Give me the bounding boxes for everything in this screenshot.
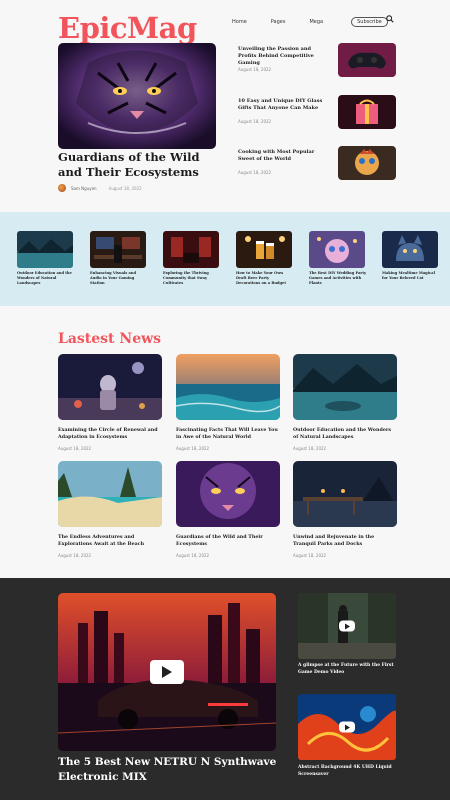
hero-image[interactable] (58, 43, 216, 149)
nav-home[interactable]: Home (232, 19, 247, 25)
news-card-title[interactable]: The Endless Adventures and Explorations … (58, 534, 162, 548)
side-article[interactable]: Cooking with Most Popular Sweet of the W… (238, 146, 396, 186)
subscribe-button[interactable]: Subscribe (351, 17, 388, 27)
strip-article[interactable]: Exploring the Thriving Community that Sw… (163, 231, 221, 286)
news-card-image[interactable] (293, 354, 397, 420)
side-article[interactable]: 10 Easy and Unique DIY Glass Gifts That … (238, 95, 396, 135)
section-heading: Lastest News (58, 331, 162, 347)
strip-article-image[interactable] (163, 231, 219, 268)
news-card[interactable]: Guardians of the Wild and Their Ecosyste… (176, 461, 280, 558)
strip-article-image[interactable] (236, 231, 292, 268)
news-card[interactable]: Examining the Circle of Renewal and Adap… (58, 354, 162, 451)
nav-mega[interactable]: Mega (309, 19, 323, 25)
news-card-title[interactable]: Unwind and Rejuvenate in the Tranquil Pa… (293, 534, 397, 548)
side-article-date: August 18, 2022 (238, 67, 272, 72)
strip-article[interactable]: How to Make Your Own Draft Beer Party De… (236, 231, 294, 286)
strip-article[interactable]: Outdoor Education and the Wonders of Nat… (17, 231, 75, 286)
strip-article[interactable]: Enhancing Visuals and Audio in Your Gami… (90, 231, 148, 286)
side-article-date: August 18, 2022 (238, 119, 272, 124)
site-header: EpicMag Home Pages Mega Subscribe (0, 0, 450, 45)
side-article-title[interactable]: Cooking with Most Popular Sweet of the W… (238, 149, 330, 163)
side-video-thumb[interactable] (298, 694, 396, 760)
strip-article-title[interactable]: Making Mealtime Magical for Your Beloved… (382, 271, 440, 281)
play-icon[interactable] (339, 620, 355, 632)
news-card-image[interactable] (293, 461, 397, 527)
play-icon[interactable] (339, 721, 355, 733)
side-video-thumb[interactable] (298, 593, 396, 659)
site-logo[interactable]: EpicMag (58, 14, 197, 43)
strip-article-image[interactable] (382, 231, 438, 268)
side-article-title[interactable]: 10 Easy and Unique DIY Glass Gifts That … (238, 98, 330, 112)
main-video-thumb[interactable] (58, 593, 276, 751)
side-video-title[interactable]: Abstract Background 4K UHD Liquid Screen… (298, 764, 398, 778)
video-section: The 5 Best New NETRU N Synthwave Electro… (0, 578, 450, 800)
strip-article-title[interactable]: Outdoor Education and the Wonders of Nat… (17, 271, 75, 286)
side-video-title[interactable]: A glimpse at the Future with the First G… (298, 662, 398, 676)
news-card-date: August 18, 2022 (176, 553, 210, 558)
news-card-image[interactable] (58, 461, 162, 527)
news-card-title[interactable]: Fascinating Facts That Will Leave You in… (176, 427, 280, 441)
news-card[interactable]: Fascinating Facts That Will Leave You in… (176, 354, 280, 451)
hero-meta: Sam Nguyen August 18, 2022 (58, 184, 142, 192)
news-card[interactable]: Outdoor Education and the Wonders of Nat… (293, 354, 397, 451)
side-article-image[interactable] (338, 95, 396, 129)
news-card-title[interactable]: Guardians of the Wild and Their Ecosyste… (176, 534, 280, 548)
strip-article-title[interactable]: Enhancing Visuals and Audio in Your Gami… (90, 271, 148, 286)
news-card-date: August 18, 2022 (58, 446, 92, 451)
news-card[interactable]: The Endless Adventures and Explorations … (58, 461, 162, 558)
search-icon[interactable] (386, 15, 394, 23)
strip-article-title[interactable]: The Best DIY Wedding Party Games and Act… (309, 271, 367, 286)
main-video-title[interactable]: The 5 Best New NETRU N Synthwave Electro… (58, 755, 278, 785)
nav-pages[interactable]: Pages (271, 19, 286, 25)
side-article[interactable]: Unveiling the Passion and Profits Behind… (238, 43, 396, 83)
author-avatar[interactable] (58, 184, 66, 192)
main-nav: Home Pages Mega Subscribe (232, 17, 388, 27)
hero-title[interactable]: Guardians of the Wild and Their Ecosyste… (58, 150, 218, 180)
hero-date: August 18, 2022 (108, 185, 142, 191)
side-article-title[interactable]: Unveiling the Passion and Profits Behind… (238, 46, 330, 67)
strip-article-title[interactable]: How to Make Your Own Draft Beer Party De… (236, 271, 294, 286)
strip-article[interactable]: Making Mealtime Magical for Your Beloved… (382, 231, 440, 281)
strip-article-image[interactable] (309, 231, 365, 268)
author-name[interactable]: Sam Nguyen (71, 186, 97, 191)
news-card-image[interactable] (58, 354, 162, 420)
news-card-image[interactable] (176, 354, 280, 420)
side-article-image[interactable] (338, 43, 396, 77)
news-card-title[interactable]: Examining the Circle of Renewal and Adap… (58, 427, 162, 441)
news-card-date: August 18, 2022 (176, 446, 210, 451)
news-card-date: August 18, 2022 (293, 553, 327, 558)
strip-article-image[interactable] (17, 231, 73, 268)
news-card-image[interactable] (176, 461, 280, 527)
strip-article[interactable]: The Best DIY Wedding Party Games and Act… (309, 231, 367, 286)
strip-article-image[interactable] (90, 231, 146, 268)
news-card-title[interactable]: Outdoor Education and the Wonders of Nat… (293, 427, 397, 441)
side-article-image[interactable] (338, 146, 396, 180)
strip-article-title[interactable]: Exploring the Thriving Community that Sw… (163, 271, 221, 286)
play-icon[interactable] (150, 660, 184, 684)
news-card[interactable]: Unwind and Rejuvenate in the Tranquil Pa… (293, 461, 397, 558)
side-article-date: August 18, 2022 (238, 170, 272, 175)
featured-strip: Outdoor Education and the Wonders of Nat… (0, 212, 450, 306)
news-card-date: August 18, 2022 (293, 446, 327, 451)
news-card-date: August 18, 2022 (58, 553, 92, 558)
